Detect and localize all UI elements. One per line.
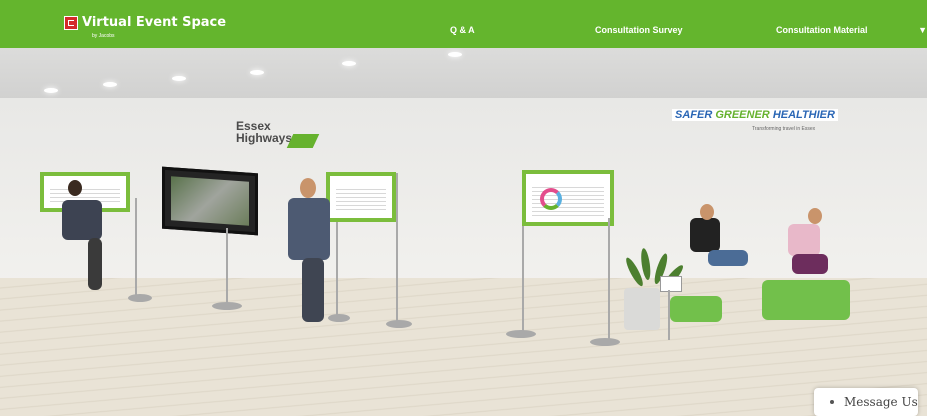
lounge-chair bbox=[762, 280, 850, 320]
avatar-person[interactable] bbox=[62, 200, 102, 240]
brand-subtitle: by Jacobs bbox=[92, 33, 115, 39]
plant-pot bbox=[624, 288, 660, 330]
avatar-person[interactable] bbox=[288, 198, 330, 260]
chat-dot-icon bbox=[830, 400, 834, 404]
sgh-greener: GREENER bbox=[715, 109, 770, 121]
sgh-healthier: HEALTHIER bbox=[772, 109, 835, 121]
ceiling-light bbox=[342, 61, 356, 66]
avatar-person-legs bbox=[708, 250, 748, 266]
avatar-person[interactable] bbox=[788, 224, 820, 256]
board-stand-base bbox=[590, 338, 620, 346]
board-stand bbox=[396, 173, 398, 323]
exhibit-board[interactable] bbox=[522, 170, 614, 226]
board-stand-base bbox=[386, 320, 412, 328]
avatar-head bbox=[68, 180, 82, 196]
essex-logo-line2: Highways bbox=[236, 131, 293, 145]
avatar-person-legs bbox=[302, 258, 324, 322]
board-stand-base bbox=[128, 294, 152, 302]
message-us-label: Message Us bbox=[844, 395, 918, 409]
essex-highways-logo: Essex Highways bbox=[236, 120, 320, 148]
avatar-person[interactable] bbox=[690, 218, 720, 252]
board-stand bbox=[608, 218, 610, 342]
donut-chart-icon bbox=[540, 188, 562, 210]
avatar-head bbox=[808, 208, 822, 224]
ceiling-light bbox=[250, 70, 264, 75]
ceiling-light bbox=[103, 82, 117, 87]
message-us-button[interactable]: Message Us bbox=[814, 388, 918, 416]
ceiling-light bbox=[448, 52, 462, 57]
sgh-safer: SAFER bbox=[675, 109, 713, 121]
board-stand bbox=[336, 222, 338, 318]
board-stand-base bbox=[506, 330, 536, 338]
brand-logo-icon bbox=[64, 16, 78, 30]
exhibit-board[interactable] bbox=[326, 172, 396, 222]
top-navigation-bar: Virtual Event Space by Jacobs Q & A Cons… bbox=[0, 0, 927, 48]
avatar-head bbox=[300, 178, 316, 198]
avatar-head bbox=[700, 204, 714, 220]
info-sign[interactable] bbox=[660, 276, 682, 292]
avatar-person-legs bbox=[792, 254, 828, 274]
lounge-chair bbox=[670, 296, 722, 322]
board-stand-base bbox=[328, 314, 350, 322]
avatar-person-legs bbox=[88, 238, 102, 290]
nav-consultation-material-link[interactable]: Consultation Material bbox=[776, 25, 868, 35]
board-stand bbox=[135, 198, 137, 298]
screen-stand-base bbox=[212, 302, 242, 310]
ceiling-light bbox=[172, 76, 186, 81]
sgh-tagline: Transforming travel in Essex bbox=[752, 126, 816, 132]
board-stand bbox=[522, 226, 524, 334]
video-screen[interactable] bbox=[162, 166, 258, 236]
ceiling-light bbox=[44, 88, 58, 93]
brand-title: Virtual Event Space bbox=[82, 15, 227, 30]
chevron-down-icon[interactable]: ▼ bbox=[918, 25, 927, 35]
nav-qa-link[interactable]: Q & A bbox=[450, 25, 475, 35]
nav-consultation-survey-link[interactable]: Consultation Survey bbox=[595, 25, 683, 35]
screen-stand bbox=[226, 228, 228, 303]
safer-greener-healthier-logo: SAFER GREENER HEALTHIER bbox=[672, 109, 838, 121]
virtual-event-scene[interactable]: Essex Highways SAFER GREENER HEALTHIER T… bbox=[0, 48, 927, 416]
